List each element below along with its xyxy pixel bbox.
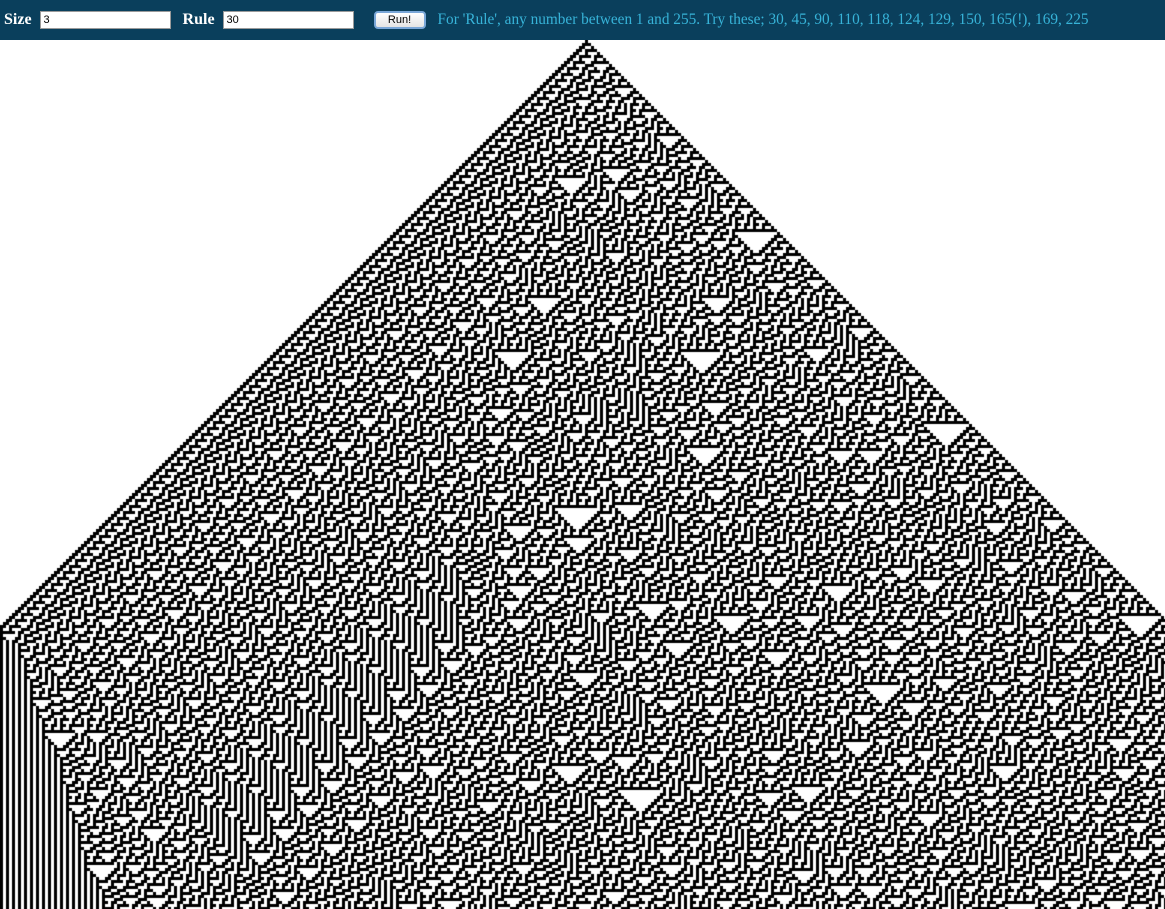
automaton-canvas xyxy=(0,40,1165,909)
rule-input[interactable] xyxy=(222,11,354,29)
rule-hint-text: For 'Rule', any number between 1 and 255… xyxy=(437,11,1089,28)
run-button[interactable]: Run! xyxy=(373,11,426,29)
size-input[interactable] xyxy=(39,11,171,29)
size-label: Size xyxy=(4,11,32,28)
rule-label: Rule xyxy=(182,11,215,28)
toolbar: Size Rule Run! For 'Rule', any number be… xyxy=(0,0,1165,40)
